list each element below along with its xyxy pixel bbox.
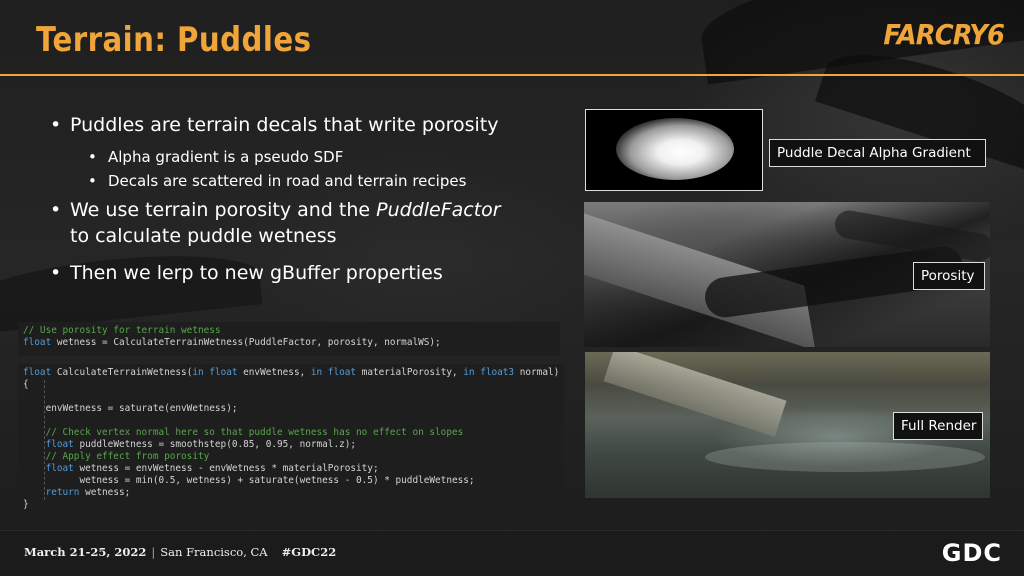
code-line: wetness = CalculateTerrainWetness(Puddle…: [51, 337, 441, 348]
code-keyword: in float3: [463, 367, 515, 378]
footer-separator: |: [151, 545, 156, 559]
code-keyword: in float: [192, 367, 238, 378]
bullet-item: Puddles are terrain decals that write po…: [50, 112, 570, 138]
code-keyword: float: [23, 439, 74, 450]
code-keyword: float: [23, 337, 52, 348]
bullet-item: Then we lerp to new gBuffer properties: [50, 260, 570, 286]
code-line: wetness = envWetness - envWetness * mate…: [73, 463, 379, 474]
footer-bar: March 21-25, 2022 | San Francisco, CA #GDC2…: [0, 530, 1024, 576]
puddle-decal-image: [585, 109, 763, 191]
event-date: March 21-25, 2022: [24, 545, 147, 559]
event-hashtag: #GDC22: [281, 545, 337, 559]
code-line: envWetness,: [237, 367, 311, 378]
indent-guide: [44, 380, 45, 500]
bullet-text: We use terrain porosity and the: [70, 199, 377, 221]
slide-title: Terrain: Puddles: [36, 20, 312, 60]
decal-image-label: Puddle Decal Alpha Gradient: [769, 139, 986, 167]
porosity-image-label: Porosity: [913, 262, 985, 290]
code-keyword: in float: [310, 367, 357, 378]
code-line: {: [23, 379, 29, 390]
footer-info: March 21-25, 2022 | San Francisco, CA #GDC2…: [24, 545, 336, 559]
code-line: envWetness = saturate(envWetness);: [23, 403, 238, 414]
bullet-emphasis: PuddleFactor: [376, 199, 501, 221]
bullet-list: Puddles are terrain decals that write po…: [50, 112, 570, 293]
code-line: wetness = min(0.5, wetness) + saturate(w…: [23, 475, 475, 486]
code-keyword: float: [23, 367, 52, 378]
code-line: puddleWetness = smoothstep(0.85, 0.95, n…: [73, 439, 357, 450]
event-location: San Francisco, CA: [160, 545, 268, 559]
code-line: CalculateTerrainWetness(: [51, 367, 193, 378]
code-snippet-call: // Use porosity for terrain wetness floa…: [18, 322, 560, 356]
title-divider: [0, 74, 1024, 76]
code-comment: // Use porosity for terrain wetness: [23, 325, 221, 336]
gdc-logo: GDC: [941, 539, 1002, 567]
code-snippet-function: float CalculateTerrainWetness(in float e…: [18, 364, 564, 516]
render-image-label: Full Render: [893, 412, 983, 440]
curb-shape: [603, 352, 787, 437]
code-line: normal): [514, 367, 560, 378]
puddle-reflection: [705, 442, 985, 472]
farcry6-logo: FARCRY6: [883, 18, 1004, 51]
code-comment: // Apply effect from porosity: [23, 451, 210, 462]
code-line: }: [23, 499, 29, 510]
code-keyword: float: [23, 463, 74, 474]
sub-bullet-item: Alpha gradient is a pseudo SDF: [50, 145, 570, 169]
code-keyword: return: [23, 487, 80, 498]
bullet-text: to calculate puddle wetness: [70, 225, 337, 247]
code-line: wetness;: [79, 487, 131, 498]
slide: Terrain: Puddles FARCRY6 Puddles are ter…: [0, 0, 1024, 576]
bullet-item: We use terrain porosity and the PuddleFa…: [50, 197, 570, 249]
code-comment: // Check vertex normal here so that pudd…: [23, 427, 464, 438]
decal-gradient-blob: [616, 118, 734, 180]
sub-bullet-item: Decals are scattered in road and terrain…: [50, 169, 570, 193]
code-line: materialPorosity,: [356, 367, 464, 378]
